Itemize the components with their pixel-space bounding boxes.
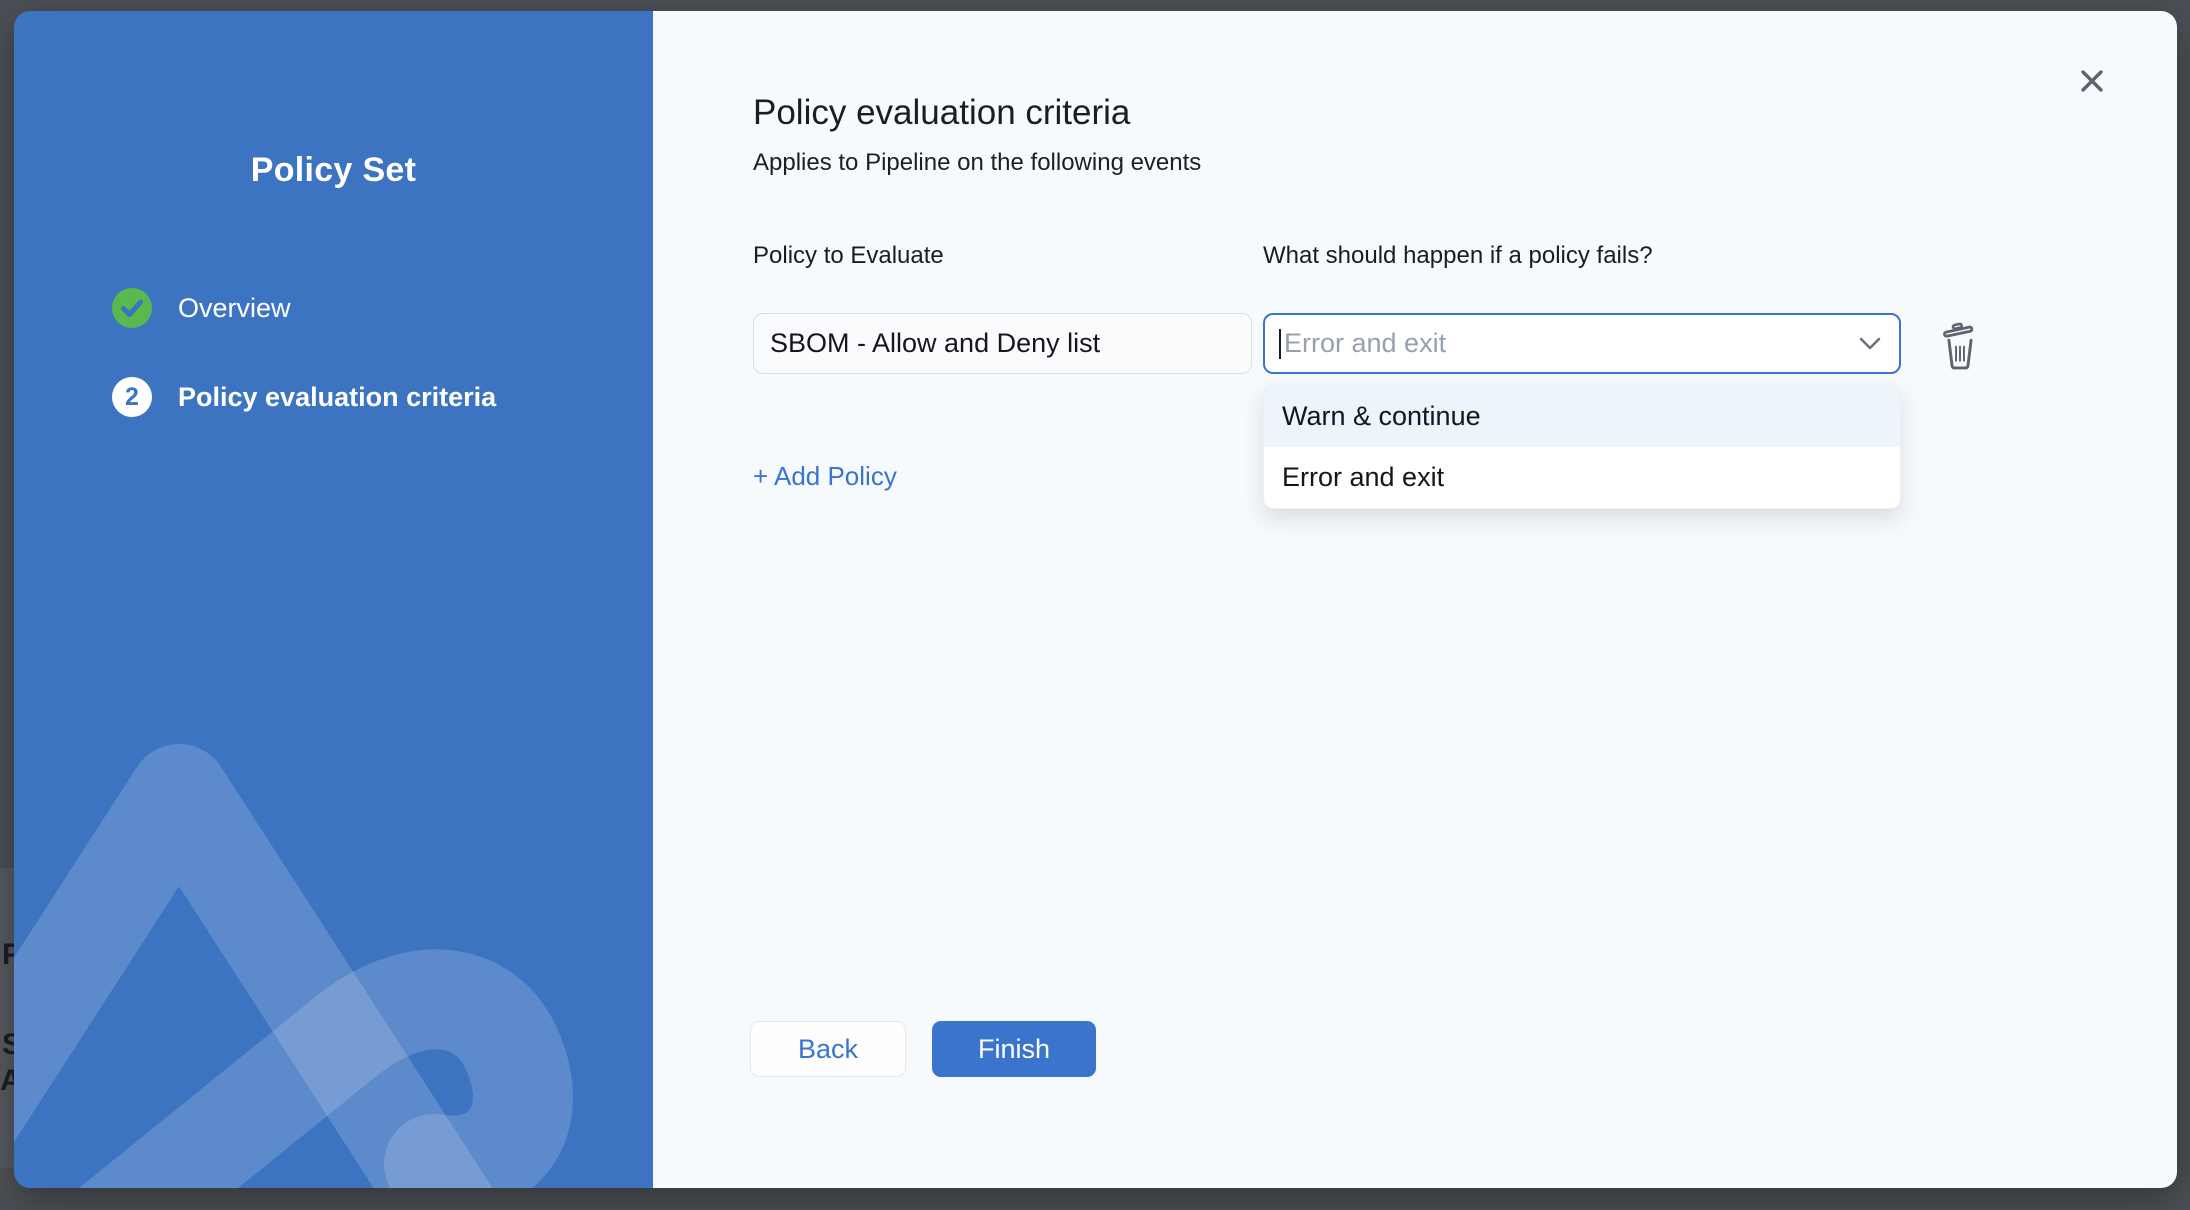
harness-watermark-icon bbox=[14, 718, 653, 1188]
wizard-steps: Overview 2 Policy evaluation criteria bbox=[112, 288, 496, 417]
add-policy-link[interactable]: + Add Policy bbox=[753, 461, 897, 492]
dropdown-option-error-exit[interactable]: Error and exit bbox=[1264, 447, 1900, 508]
policy-set-dialog: Policy Set Overview 2 Policy evaluation … bbox=[14, 11, 2177, 1188]
wizard-title: Policy Set bbox=[14, 151, 653, 190]
step-complete-check-icon bbox=[112, 288, 152, 328]
policy-to-evaluate-input[interactable] bbox=[753, 313, 1252, 374]
delete-policy-button[interactable] bbox=[1935, 319, 1985, 375]
page-behind-panel bbox=[0, 1168, 14, 1190]
fail-action-dropdown-menu: Warn & continue Error and exit bbox=[1263, 385, 1901, 509]
policy-to-evaluate-label: Policy to Evaluate bbox=[753, 242, 944, 270]
screen: P S A Policy Set Overvi bbox=[0, 0, 2190, 1210]
close-button[interactable] bbox=[2075, 65, 2109, 99]
chevron-down-icon[interactable] bbox=[1859, 337, 1881, 351]
dialog-subtitle: Applies to Pipeline on the following eve… bbox=[753, 149, 1201, 177]
step-label: Policy evaluation criteria bbox=[178, 382, 496, 413]
finish-button[interactable]: Finish bbox=[932, 1021, 1096, 1077]
close-icon bbox=[2079, 68, 2105, 94]
fail-action-combobox[interactable] bbox=[1263, 313, 1901, 374]
step-item-overview[interactable]: Overview bbox=[112, 288, 496, 328]
back-button[interactable]: Back bbox=[750, 1021, 906, 1077]
page-behind-panel bbox=[0, 868, 14, 1168]
wizard-sidebar: Policy Set Overview 2 Policy evaluation … bbox=[14, 11, 653, 1188]
text-caret bbox=[1279, 329, 1281, 359]
trash-icon bbox=[1939, 321, 1981, 371]
policy-fail-label: What should happen if a policy fails? bbox=[1263, 242, 1653, 270]
dropdown-option-warn-continue[interactable]: Warn & continue bbox=[1264, 386, 1900, 447]
step-item-policy-evaluation-criteria[interactable]: 2 Policy evaluation criteria bbox=[112, 377, 496, 417]
step-number-badge: 2 bbox=[112, 377, 152, 417]
dialog-content: Policy evaluation criteria Applies to Pi… bbox=[653, 11, 2177, 1188]
fail-action-input[interactable] bbox=[1265, 315, 1899, 372]
step-label: Overview bbox=[178, 293, 291, 324]
dialog-title: Policy evaluation criteria bbox=[753, 93, 1130, 133]
